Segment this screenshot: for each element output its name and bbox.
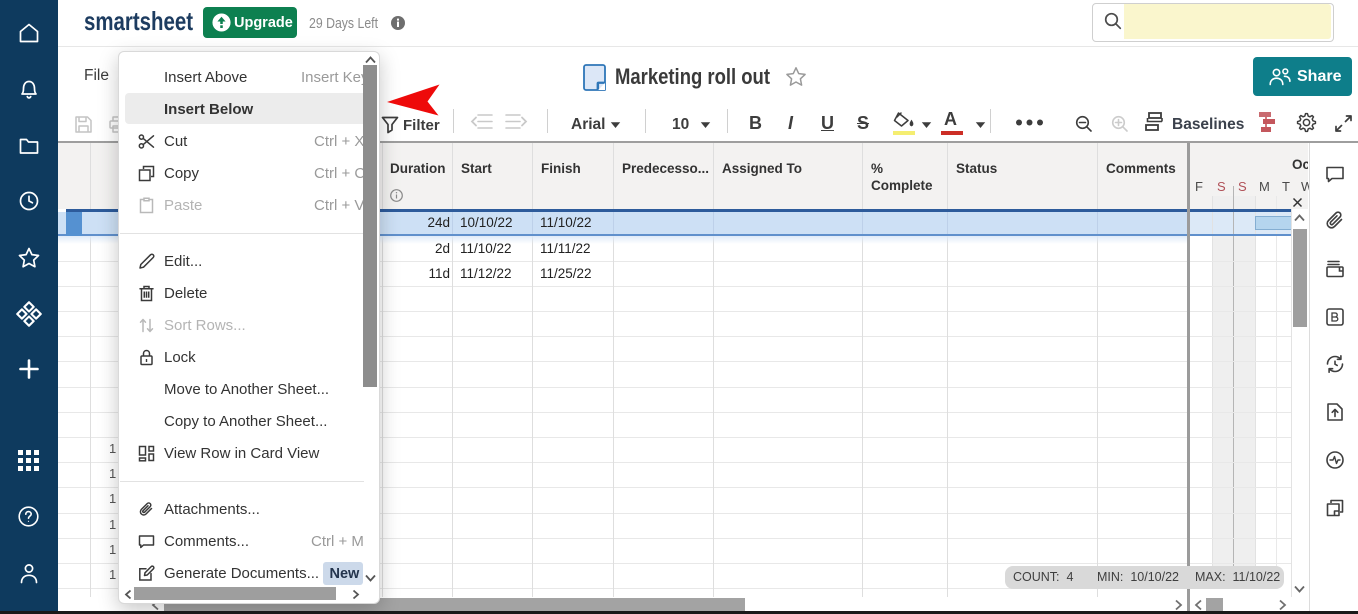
svg-text:smartsheet: smartsheet [84,6,193,36]
svg-text:Marketing roll out: Marketing roll out [615,64,771,89]
svg-text:29 Days Left: 29 Days Left [309,16,378,32]
